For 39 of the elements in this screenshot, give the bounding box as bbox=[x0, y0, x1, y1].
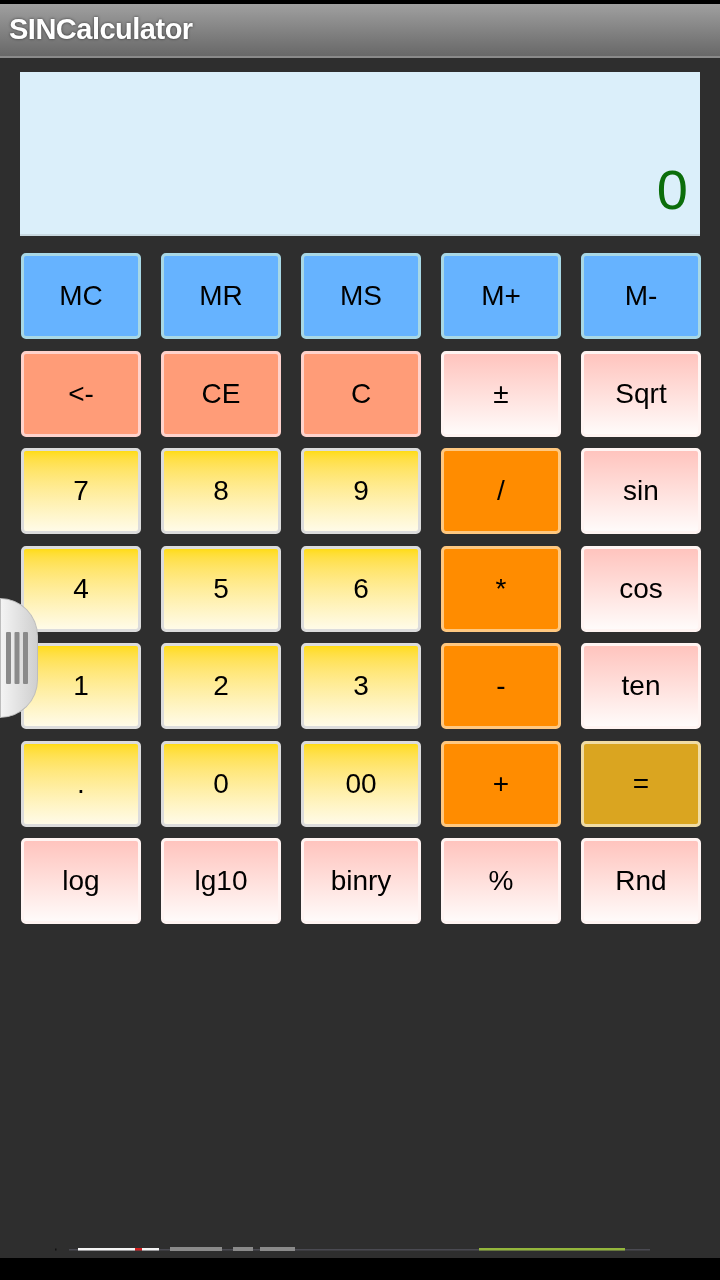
function-key[interactable]: log bbox=[21, 838, 141, 924]
floating-menu[interactable] bbox=[0, 598, 38, 718]
digit-key[interactable]: 6 bbox=[301, 545, 421, 632]
function-key[interactable]: ten bbox=[581, 643, 701, 729]
digit-key[interactable]: 8 bbox=[161, 448, 281, 534]
digit-key[interactable]: . bbox=[21, 740, 141, 827]
digit-key[interactable]: 9 bbox=[301, 448, 421, 534]
operator-key[interactable]: * bbox=[441, 545, 561, 632]
memory-key[interactable]: M- bbox=[581, 253, 701, 339]
digit-key[interactable]: 00 bbox=[301, 740, 421, 827]
display-value: 0 bbox=[656, 162, 688, 218]
clear-key[interactable]: C bbox=[301, 350, 421, 437]
operator-key[interactable]: / bbox=[441, 448, 561, 534]
function-key[interactable]: ± bbox=[441, 350, 561, 437]
digit-key[interactable]: 5 bbox=[161, 545, 281, 632]
function-key[interactable]: Rnd bbox=[581, 838, 701, 924]
digit-key[interactable]: 1 bbox=[21, 643, 141, 729]
memory-key[interactable]: MC bbox=[21, 253, 141, 339]
function-key[interactable]: sin bbox=[581, 448, 701, 534]
memory-key[interactable]: M+ bbox=[441, 253, 561, 339]
function-key[interactable]: binry bbox=[301, 838, 421, 924]
digit-key[interactable]: 4 bbox=[21, 545, 141, 632]
clear-key[interactable]: CE bbox=[161, 350, 281, 437]
digit-key[interactable]: 2 bbox=[161, 643, 281, 729]
function-key[interactable]: lg10 bbox=[161, 838, 281, 924]
memory-key[interactable]: MS bbox=[301, 253, 421, 339]
digit-key[interactable]: 7 bbox=[21, 448, 141, 534]
function-key[interactable]: % bbox=[441, 838, 561, 924]
clear-key[interactable]: <- bbox=[21, 350, 141, 437]
function-key[interactable]: cos bbox=[581, 545, 701, 632]
memory-key[interactable]: MR bbox=[161, 253, 281, 339]
operator-key[interactable]: + bbox=[441, 740, 561, 827]
function-key[interactable]: Sqrt bbox=[581, 350, 701, 437]
operator-key[interactable]: - bbox=[441, 643, 561, 729]
window-title: SINCalculator bbox=[9, 12, 193, 48]
grip-icon bbox=[6, 632, 28, 684]
digit-key[interactable]: 0 bbox=[161, 740, 281, 827]
equals-key[interactable]: = bbox=[581, 740, 701, 827]
digit-key[interactable]: 3 bbox=[301, 643, 421, 729]
